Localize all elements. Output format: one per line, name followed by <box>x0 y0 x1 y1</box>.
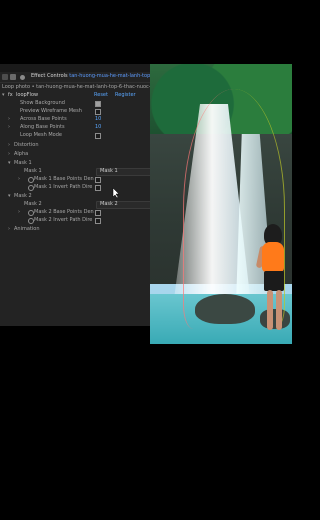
mask2-select-label: Mask 2 <box>24 201 42 207</box>
across-base-points-value[interactable]: 10 <box>95 117 101 122</box>
effect-controls-panel: Effect Controls tan-huong-mua-he-mat-lan… <box>0 72 179 326</box>
animation-label: Animation <box>14 226 40 232</box>
chevron-right-icon[interactable]: › <box>8 125 10 130</box>
along-base-points-label: Along Base Points <box>20 124 65 130</box>
mask1-group-label: Mask 1 <box>14 160 32 166</box>
person-leg-right <box>276 290 282 330</box>
reset-link[interactable]: Reset <box>94 93 108 98</box>
chevron-right-icon[interactable]: › <box>8 117 10 122</box>
mask2-base-points-checkbox[interactable] <box>95 210 101 216</box>
mask2-group-label: Mask 2 <box>14 193 32 199</box>
mask1-base-points-row: › Mask 1 Base Points Den <box>0 176 174 183</box>
show-background-row: Show Background <box>0 100 174 107</box>
person-figure <box>255 224 288 334</box>
mask2-base-points-row: › Mask 2 Base Points Den <box>0 209 174 216</box>
chevron-down-icon[interactable]: ▾ <box>2 93 5 98</box>
mask1-select-label: Mask 1 <box>24 168 42 174</box>
loop-mesh-mode-label: Loop Mesh Mode <box>20 132 62 138</box>
mask1-base-points-checkbox[interactable] <box>95 177 101 183</box>
mask2-base-points-label: Mask 2 Base Points Den <box>34 209 94 215</box>
chevron-right-icon[interactable]: › <box>8 152 10 157</box>
across-base-points-label: Across Base Points <box>20 116 67 122</box>
chevron-down-icon[interactable]: ▾ <box>8 161 11 166</box>
chevron-right-icon[interactable]: › <box>18 177 20 182</box>
chevron-right-icon[interactable]: › <box>8 227 10 232</box>
preview-wireframe-row: Preview Wireframe Mesh <box>0 108 174 115</box>
alpha-group[interactable]: › Alpha <box>0 151 174 158</box>
chevron-right-icon[interactable]: › <box>18 210 20 215</box>
show-background-label: Show Background <box>20 100 65 106</box>
mask1-base-points-label: Mask 1 Base Points Den <box>34 176 94 182</box>
mask1-invert-checkbox[interactable] <box>95 185 101 191</box>
effect-name: loopFlow <box>16 92 39 98</box>
panel-title-prefix: Effect Controls <box>31 73 68 79</box>
panel-title[interactable]: Effect Controls tan-huong-mua-he-mat-lan… <box>31 74 159 79</box>
person-leg-left <box>267 290 273 330</box>
mask2-dropdown-value: Mask 2 <box>100 201 118 207</box>
pointer-icon <box>112 188 120 198</box>
preview-wireframe-label: Preview Wireframe Mesh <box>20 108 82 114</box>
mask2-invert-row: Mask 2 Invert Path Dire <box>0 217 174 224</box>
across-base-points-row: › Across Base Points 10 <box>0 116 174 123</box>
loop-mesh-mode-checkbox[interactable] <box>95 133 101 139</box>
lock-icon[interactable] <box>10 74 16 80</box>
effect-header-row[interactable]: ▾ fx loopFlow Reset Register <box>0 92 174 99</box>
composition-row: Loop photo • tan-huong-mua-he-mat-lanh-t… <box>0 84 179 91</box>
chevron-down-icon[interactable]: ▾ <box>8 194 11 199</box>
mask1-dropdown[interactable]: Mask 1 ▾ <box>96 168 158 176</box>
person-top <box>262 242 284 272</box>
mask2-group[interactable]: ▾ Mask 2 <box>0 193 174 200</box>
mask1-group[interactable]: ▾ Mask 1 <box>0 160 174 167</box>
mask2-invert-checkbox[interactable] <box>95 218 101 224</box>
chevron-right-icon[interactable]: › <box>8 143 10 148</box>
along-base-points-value[interactable]: 10 <box>95 125 101 130</box>
layer-name: tan-huong-mua-he-mat-lanh-top-6-t <box>69 73 160 79</box>
distortion-label: Distortion <box>14 142 39 148</box>
mask1-invert-label: Mask 1 Invert Path Dire <box>34 184 93 190</box>
preview-wireframe-checkbox[interactable] <box>95 109 101 115</box>
after-effects-window: Effect Controls tan-huong-mua-he-mat-lan… <box>0 0 292 520</box>
panel-tab-bar: Effect Controls tan-huong-mua-he-mat-lan… <box>0 72 174 83</box>
mask1-select-row: Mask 1 Mask 1 ▾ <box>0 168 174 176</box>
mask2-invert-label: Mask 2 Invert Path Dire <box>34 217 93 223</box>
register-link[interactable]: Register <box>115 93 136 98</box>
show-background-checkbox[interactable] <box>95 101 101 107</box>
mask1-invert-row: Mask 1 Invert Path Dire <box>0 184 174 191</box>
effect-controls-icon <box>20 75 25 80</box>
animation-group[interactable]: › Animation <box>0 226 174 233</box>
loop-mesh-mode-row: Loop Mesh Mode <box>0 132 174 139</box>
mask2-select-row: Mask 2 Mask 2 ▾ <box>0 201 174 209</box>
fx-badge[interactable]: fx <box>8 93 13 98</box>
panel-menu-icon[interactable] <box>2 74 8 80</box>
distortion-group[interactable]: › Distortion <box>0 142 174 149</box>
person-shorts <box>264 271 284 291</box>
alpha-label: Alpha <box>14 151 29 157</box>
along-base-points-row: › Along Base Points 10 <box>0 124 174 131</box>
mask2-dropdown[interactable]: Mask 2 ▾ <box>96 201 158 209</box>
mask1-dropdown-value: Mask 1 <box>100 168 118 174</box>
composition-viewer[interactable] <box>150 64 292 344</box>
